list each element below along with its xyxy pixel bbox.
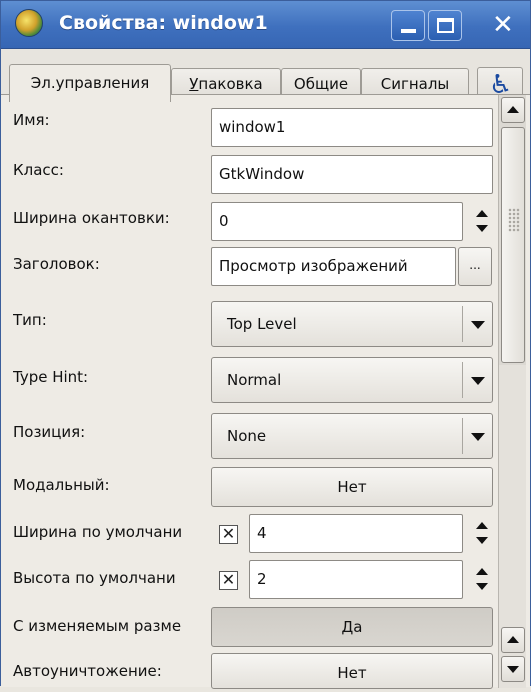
- class-label: Класс:: [13, 161, 64, 179]
- modal-toggle[interactable]: Нет: [211, 467, 493, 507]
- maximize-button[interactable]: [428, 10, 462, 41]
- properties-panel: Имя: window1 Класс: GtkWindow Ширина ока…: [1, 94, 530, 689]
- tab-packing-label: паковка: [198, 75, 263, 93]
- spin-down-icon: [476, 537, 488, 544]
- lower-scrollbar-track[interactable]: [498, 365, 526, 688]
- tab-widgets-label: Эл.управления: [30, 74, 150, 92]
- default-width-stepper[interactable]: [468, 514, 494, 553]
- name-label: Имя:: [13, 111, 50, 129]
- default-width-field[interactable]: 4: [249, 514, 463, 553]
- maximize-icon: [437, 18, 454, 33]
- spin-down-icon: [476, 225, 488, 232]
- combo-separator: [462, 362, 463, 398]
- class-field[interactable]: GtkWindow: [211, 155, 493, 194]
- default-height-checkbox[interactable]: ✕: [219, 571, 238, 590]
- type-label: Тип:: [13, 311, 47, 329]
- close-button[interactable]: ✕: [488, 10, 522, 41]
- chevron-down-icon: [471, 321, 485, 329]
- resizable-toggle[interactable]: Да: [211, 607, 493, 647]
- spin-down-icon: [476, 583, 488, 590]
- resizable-label: С изменяемым разме: [13, 617, 182, 635]
- title-label: Заголовок:: [13, 255, 100, 273]
- title-field[interactable]: Просмотр изображений: [211, 247, 456, 286]
- tab-signals-label: Сигналы: [380, 75, 450, 93]
- combo-separator: [462, 418, 463, 454]
- scroll-up-button[interactable]: [501, 97, 525, 123]
- scroll-up-icon: [507, 106, 519, 113]
- name-field[interactable]: window1: [211, 108, 493, 147]
- scroll-up-icon: [507, 636, 519, 643]
- tab-bar: Эл.управления Упаковка Общие Сигналы ♿: [1, 49, 530, 102]
- close-icon: ✕: [492, 10, 514, 40]
- spin-up-icon: [476, 210, 488, 217]
- spin-up-icon: [476, 568, 488, 575]
- glade-app-icon: [15, 9, 43, 37]
- properties-window: Свойства: window1 ✕ Эл.управления Упаков…: [0, 0, 531, 689]
- modal-label: Модальный:: [13, 476, 110, 494]
- border-width-label: Ширина окантовки:: [13, 209, 170, 227]
- tab-common-label: Общие: [293, 75, 349, 93]
- default-height-field[interactable]: 2: [249, 560, 463, 599]
- destroy-with-parent-label: Автоуничтожение:: [13, 662, 162, 680]
- title-bar[interactable]: Свойства: window1 ✕: [1, 1, 530, 49]
- border-width-field[interactable]: 0: [211, 202, 463, 241]
- chevron-down-icon: [471, 433, 485, 441]
- spin-up-icon: [476, 522, 488, 529]
- scroll-down-button[interactable]: [501, 656, 525, 682]
- title-edit-button[interactable]: ...: [458, 247, 492, 286]
- chevron-down-icon: [471, 377, 485, 385]
- default-width-label: Ширина по умолчани: [13, 523, 183, 541]
- position-combo[interactable]: None: [211, 413, 493, 459]
- scroll-down-icon: [507, 666, 519, 673]
- scrollbar-thumb[interactable]: [501, 127, 525, 363]
- position-label: Позиция:: [13, 423, 86, 441]
- scroll-up-button-lower[interactable]: [501, 627, 525, 653]
- border-width-stepper[interactable]: [468, 202, 494, 241]
- tab-widgets[interactable]: Эл.управления: [9, 64, 171, 102]
- destroy-with-parent-toggle[interactable]: Нет: [211, 653, 493, 689]
- combo-separator: [462, 306, 463, 342]
- default-height-stepper[interactable]: [468, 560, 494, 599]
- type-hint-label: Type Hint:: [13, 368, 89, 386]
- window-title: Свойства: window1: [59, 12, 268, 34]
- type-combo-value: Top Level: [227, 315, 297, 333]
- minimize-icon: [401, 29, 416, 33]
- scroll-grip: [508, 208, 520, 232]
- type-hint-combo-value: Normal: [227, 371, 282, 389]
- position-combo-value: None: [227, 427, 267, 445]
- type-combo[interactable]: Top Level: [211, 301, 493, 347]
- minimize-button[interactable]: [391, 10, 425, 41]
- vertical-scrollbar[interactable]: [498, 95, 526, 365]
- type-hint-combo[interactable]: Normal: [211, 357, 493, 403]
- default-width-checkbox[interactable]: ✕: [219, 525, 238, 544]
- default-height-label: Высота по умолчани: [13, 569, 176, 587]
